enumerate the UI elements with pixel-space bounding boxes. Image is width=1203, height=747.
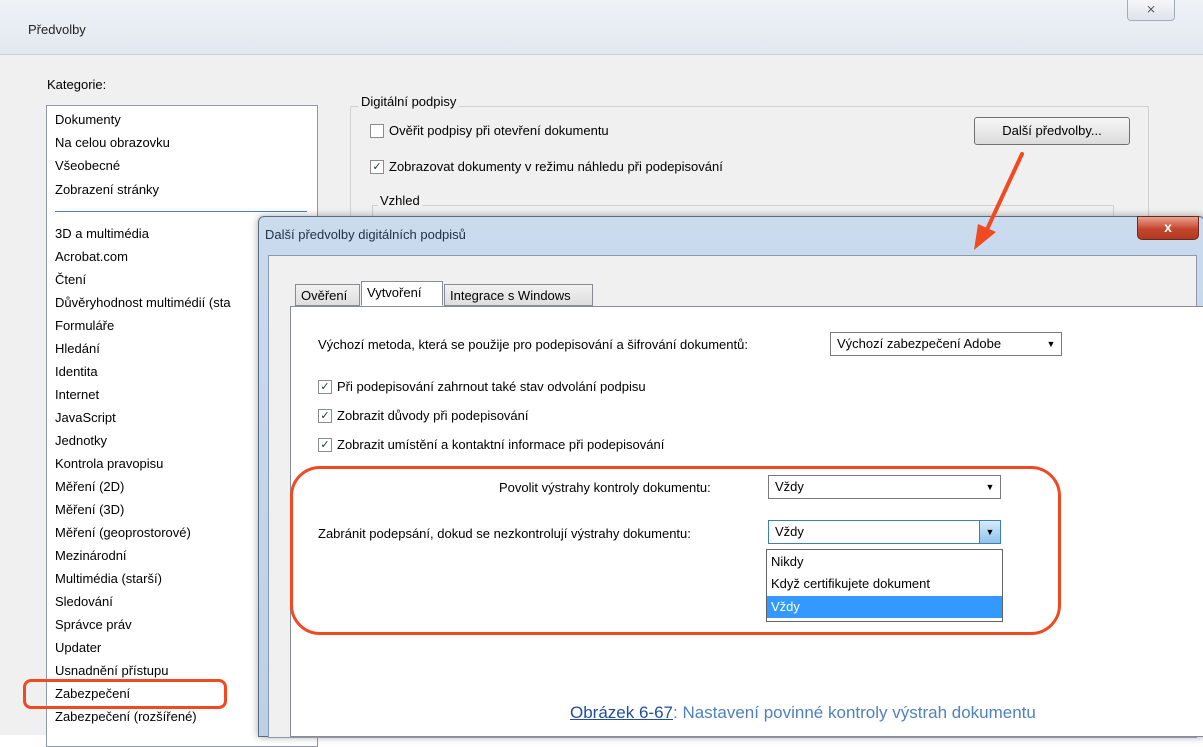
category-item[interactable]: Měření (geoprostorové) [55, 525, 191, 540]
category-item[interactable]: Důvěryhodnost multimédií (sta [55, 295, 231, 310]
dialog-close-button[interactable]: x [1137, 216, 1199, 240]
show-reasons-checkbox[interactable]: ✓ [318, 409, 332, 423]
default-method-select[interactable]: Výchozí zabezpečení Adobe ▼ [830, 332, 1062, 356]
figure-link[interactable]: Obrázek 6-67 [570, 703, 673, 722]
category-item[interactable]: Měření (2D) [55, 479, 124, 494]
tab-windows-integration[interactable]: Integrace s Windows [444, 284, 593, 306]
category-separator [55, 211, 307, 212]
category-item[interactable]: Zobrazení stránky [55, 182, 159, 197]
tab-verification[interactable]: Ověření [295, 284, 360, 306]
category-item[interactable]: Zabezpečení (rozšířené) [55, 709, 197, 724]
category-item[interactable]: Hledání [55, 341, 100, 356]
category-item[interactable]: Usnadnění přístupu [55, 663, 168, 678]
category-item[interactable]: Všeobecné [55, 158, 120, 173]
category-item[interactable]: Měření (3D) [55, 502, 124, 517]
annotation-arrow-icon [974, 152, 1024, 250]
category-item[interactable]: Sledování [55, 594, 113, 609]
category-item[interactable]: Updater [55, 640, 101, 655]
category-item[interactable]: Multimédia (starší) [55, 571, 162, 586]
category-item[interactable]: Jednotky [55, 433, 107, 448]
appearance-legend: Vzhled [378, 193, 422, 208]
security-highlight [23, 679, 227, 709]
more-preferences-button[interactable]: Další předvolby... [974, 117, 1130, 145]
category-item[interactable]: Čtení [55, 272, 86, 287]
preview-mode-checkbox[interactable]: ✓ [370, 160, 384, 174]
figure-caption-text: : Nastavení povinné kontroly výstrah dok… [673, 703, 1036, 722]
outer-window-title: Předvolby [28, 22, 86, 37]
category-item[interactable]: Správce práv [55, 617, 132, 632]
category-item[interactable]: JavaScript [55, 410, 116, 425]
show-reasons-label: Zobrazit důvody při podepisování [337, 408, 529, 423]
default-method-label: Výchozí metoda, která se použije pro pod… [318, 337, 748, 352]
verify-signatures-checkbox[interactable] [370, 124, 384, 138]
dialog-title: Další předvolby digitálních podpisů [265, 227, 466, 242]
category-item[interactable]: Mezinárodní [55, 548, 127, 563]
verify-signatures-label: Ověřit podpisy při otevření dokumentu [389, 123, 609, 138]
category-item[interactable]: Internet [55, 387, 99, 402]
preview-mode-label: Zobrazovat dokumenty v režimu náhledu př… [389, 159, 723, 174]
digital-signatures-legend: Digitální podpisy [358, 94, 460, 109]
category-item[interactable]: Formuláře [55, 318, 114, 333]
chevron-down-icon: ▼ [1046, 339, 1056, 349]
category-item[interactable]: Kontrola pravopisu [55, 456, 163, 471]
category-item[interactable]: Identita [55, 364, 98, 379]
default-method-value: Výchozí zabezpečení Adobe [837, 336, 1002, 351]
figure-caption: Obrázek 6-67: Nastavení povinné kontroly… [570, 703, 1036, 723]
show-location-checkbox[interactable]: ✓ [318, 438, 332, 452]
category-item[interactable]: Na celou obrazovku [55, 135, 170, 150]
outer-close-button[interactable]: ⨯ [1127, 0, 1175, 21]
revocation-status-label: Při podepisování zahrnout také stav odvo… [337, 379, 646, 394]
highlight-callout [290, 466, 1061, 635]
revocation-status-checkbox[interactable]: ✓ [318, 380, 332, 394]
outer-titlebar: Předvolby ⨯ [0, 0, 1203, 55]
category-label: Kategorie: [47, 77, 107, 92]
show-location-label: Zobrazit umístění a kontaktní informace … [337, 437, 665, 452]
category-item[interactable]: 3D a multimédia [55, 226, 149, 241]
category-item[interactable]: Acrobat.com [55, 249, 128, 264]
tab-creation[interactable]: Vytvoření [361, 281, 443, 306]
category-item[interactable]: Dokumenty [55, 112, 121, 127]
